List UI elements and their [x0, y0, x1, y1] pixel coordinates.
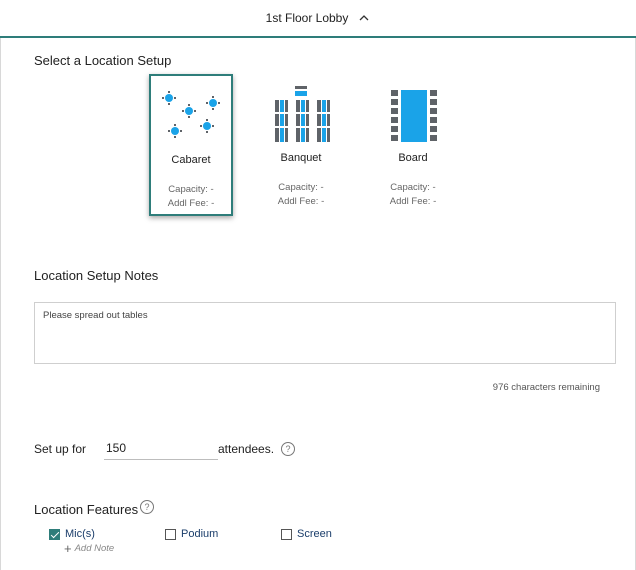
banquet-tables-icon — [273, 86, 333, 142]
setup-for-label: Set up for — [34, 442, 87, 456]
add-note-link[interactable]: + Add Note — [64, 540, 115, 556]
location-title: 1st Floor Lobby — [265, 11, 349, 25]
features-section-title: Location Features — [34, 502, 139, 517]
setup-capacity-board: Capacity: - — [390, 182, 436, 193]
add-note-label: Add Note — [74, 543, 115, 554]
features-help-icon[interactable]: ? — [140, 500, 154, 514]
cabaret-tables-icon — [162, 91, 220, 138]
setup-fee-banquet: Addl Fee: - — [277, 196, 325, 207]
feature-label-podium: Podium — [181, 528, 219, 540]
characters-remaining: 976 characters remaining — [492, 382, 600, 393]
setup-capacity-cabaret: Capacity: - — [168, 184, 214, 195]
setup-name-cabaret: Cabaret — [171, 154, 211, 166]
setup-name-board: Board — [398, 152, 428, 164]
plus-icon: + — [64, 540, 72, 556]
attendee-count-input[interactable] — [104, 436, 218, 460]
feature-label-screen: Screen — [297, 528, 332, 540]
setup-capacity-banquet: Capacity: - — [278, 182, 324, 193]
podium-checkbox[interactable] — [165, 528, 176, 540]
mics-checkbox[interactable] — [49, 528, 60, 540]
setup-fee-board: Addl Fee: - — [389, 196, 437, 207]
setup-option-banquet[interactable]: Banquet Capacity: - Addl Fee: - — [261, 74, 345, 216]
feature-mics[interactable]: Mic(s) — [49, 528, 95, 540]
notes-section-title: Location Setup Notes — [34, 268, 159, 283]
setup-option-board[interactable]: Board Capacity: - Addl Fee: - — [373, 74, 457, 216]
setup-name-banquet: Banquet — [280, 152, 322, 164]
attendees-help-icon[interactable]: ? — [281, 442, 295, 456]
feature-podium[interactable]: Podium — [165, 528, 218, 540]
screen-checkbox[interactable] — [281, 528, 292, 540]
boardroom-table-icon — [391, 90, 437, 142]
location-header[interactable]: 1st Floor Lobby — [0, 0, 636, 38]
setup-fee-cabaret: Addl Fee: - — [167, 198, 215, 209]
setup-section-title: Select a Location Setup — [34, 53, 172, 68]
attendees-label: attendees. — [218, 442, 275, 456]
setup-notes-textarea[interactable]: Please spread out tables — [34, 302, 616, 364]
feature-label-mics: Mic(s) — [65, 528, 95, 540]
feature-screen[interactable]: Screen — [281, 528, 332, 540]
setup-option-cabaret[interactable]: Cabaret Capacity: - Addl Fee: - — [149, 74, 233, 216]
chevron-up-icon[interactable] — [358, 12, 370, 24]
